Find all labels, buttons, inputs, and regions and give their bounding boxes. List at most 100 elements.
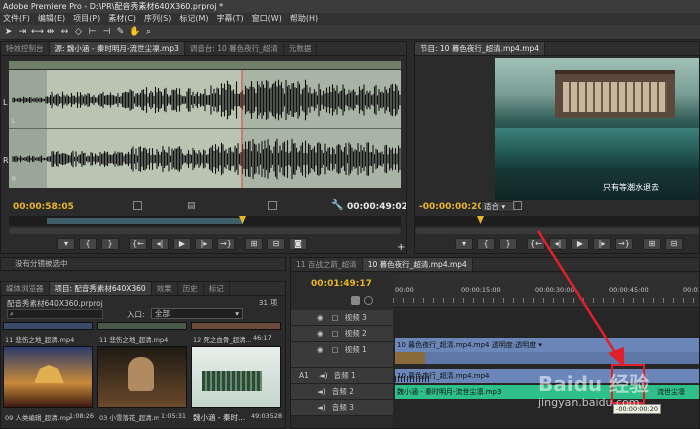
tab-sequence-11[interactable]: 11 百战之箭_超清: [291, 258, 363, 271]
mark-in-icon[interactable]: {: [477, 238, 495, 250]
tab-effects[interactable]: 效果: [152, 282, 178, 295]
track-target-label[interactable]: A1: [299, 371, 309, 380]
item-name: 03 小雪落花_超清.mp4: [99, 414, 159, 422]
program-tabbar: 节目: 10 暮色夜行_超清.mp4.mp4: [415, 42, 699, 56]
search-input[interactable]: ⌕: [7, 309, 103, 319]
speaker-icon[interactable]: ◄): [317, 403, 326, 412]
step-forward-icon[interactable]: |▸: [195, 238, 213, 250]
marker-icon[interactable]: ▤: [187, 201, 196, 211]
timeline-timecode[interactable]: 00:01:49:17: [311, 279, 372, 289]
eye-icon[interactable]: ◉: [317, 345, 324, 354]
ruler-label: 00:00:15:00: [461, 286, 501, 294]
menu-title[interactable]: 字幕(T): [214, 13, 249, 25]
selection-tool-icon[interactable]: ➤: [3, 27, 14, 38]
track-header-video1[interactable]: ◉ ▢ 视频 1: [291, 342, 393, 368]
program-timecode[interactable]: -00:00:00:20: [419, 202, 484, 212]
tab-source[interactable]: 源: 魏小涵 - 秦时明月-流世尘凛.mp3: [49, 42, 185, 55]
track-header-video3[interactable]: ◉ ▢ 视频 3: [291, 310, 393, 326]
source-timecode-current[interactable]: 00:00:58:05: [13, 202, 74, 212]
go-to-out-icon[interactable]: →}: [217, 238, 235, 250]
track-header-audio2[interactable]: ◄) 音频 2: [291, 384, 393, 400]
water-reflection: [495, 128, 699, 168]
rate-stretch-icon[interactable]: ↔: [59, 27, 70, 38]
camera-icon[interactable]: ◙: [289, 238, 307, 250]
source-scrubber[interactable]: [9, 216, 401, 226]
menu-edit[interactable]: 编辑(E): [35, 13, 70, 25]
tab-history[interactable]: 历史: [178, 282, 204, 295]
pen-tool-icon[interactable]: ✎: [115, 27, 126, 38]
rolling-edit-icon[interactable]: ⇹: [45, 27, 56, 38]
speaker-icon[interactable]: ◄): [319, 371, 328, 380]
marker-icon[interactable]: [364, 296, 373, 305]
item-duration: 1:05:31: [161, 412, 187, 420]
track-header-audio3[interactable]: ◄) 音频 3: [291, 400, 393, 416]
track-header-audio1[interactable]: A1 ◄) 音频 1: [291, 368, 393, 384]
audio-waveform[interactable]: L L R R: [3, 70, 401, 188]
zoom-tool-icon[interactable]: ⌕: [143, 27, 154, 38]
in-out-range: [47, 218, 243, 224]
mark-out-icon[interactable]: }: [101, 238, 119, 250]
info-bar: 没有分镜被选中: [0, 257, 286, 271]
add-button-icon[interactable]: +: [397, 242, 405, 253]
menu-sequence[interactable]: 序列(S): [141, 13, 176, 25]
razor-tool-icon[interactable]: ◇: [73, 27, 84, 38]
in-filter-select[interactable]: 全部 ▾: [151, 308, 243, 319]
marker-add-icon[interactable]: ▾: [57, 238, 75, 250]
zoom-scrollbar[interactable]: [9, 228, 401, 234]
fit-select[interactable]: 适合 ▾: [481, 201, 517, 212]
tab-markers[interactable]: 标记: [204, 282, 230, 295]
slip-tool-icon[interactable]: ⊢: [87, 27, 98, 38]
extract-icon[interactable]: ⊟: [665, 238, 683, 250]
thumbnail-item[interactable]: [191, 346, 281, 408]
thumbnail-item[interactable]: [97, 346, 187, 408]
eye-icon[interactable]: ◉: [317, 313, 324, 322]
track-header-video2[interactable]: ◉ ▢ 视频 2: [291, 326, 393, 342]
thumbnail-item[interactable]: [3, 322, 93, 330]
tab-program[interactable]: 节目: 10 暮色夜行_超清.mp4.mp4: [415, 42, 546, 55]
thumbnail-item[interactable]: [3, 346, 93, 408]
track-select-icon[interactable]: ⇥: [17, 27, 28, 38]
menu-project[interactable]: 项目(P): [70, 13, 105, 25]
export-frame-icon[interactable]: [268, 201, 277, 210]
fit-icon[interactable]: [133, 201, 142, 210]
menu-help[interactable]: 帮助(H): [287, 13, 323, 25]
insert-icon[interactable]: ⊞: [245, 238, 263, 250]
menu-marker[interactable]: 标记(M): [176, 13, 213, 25]
overwrite-icon[interactable]: ⊟: [267, 238, 285, 250]
speaker-icon[interactable]: ◄): [317, 387, 326, 396]
clip-thumbnail: [395, 352, 425, 364]
item-count: 31 项: [259, 299, 278, 307]
step-back-icon[interactable]: ◂|: [151, 238, 169, 250]
lock-icon[interactable]: ▢: [332, 329, 339, 338]
track-name: 视频 1: [344, 345, 367, 354]
snap-icon[interactable]: [351, 296, 360, 305]
marker-add-icon[interactable]: ▾: [455, 238, 473, 250]
source-tabbar: 特效控制台 源: 魏小涵 - 秦时明月-流世尘凛.mp3 调音台: 10 暮色夜…: [1, 42, 406, 56]
tab-metadata[interactable]: 元数据: [284, 42, 318, 55]
wrench-icon[interactable]: 🔧: [331, 200, 343, 211]
tab-project[interactable]: 项目: 配音秀素材640X360: [49, 282, 152, 295]
thumbnail-item[interactable]: [97, 322, 187, 330]
tab-effect-controls[interactable]: 特效控制台: [1, 42, 50, 55]
fit-icon[interactable]: [513, 201, 522, 210]
playhead-icon[interactable]: [477, 216, 484, 224]
tab-audio-mixer[interactable]: 调音台: 10 暮色夜行_超清: [185, 42, 284, 55]
lock-icon[interactable]: ▢: [332, 345, 339, 354]
hand-tool-icon[interactable]: ✋: [129, 27, 140, 38]
tab-sequence-10[interactable]: 10 暮色夜行_超清.mp4.mp4: [362, 258, 473, 271]
mark-out-icon[interactable]: }: [499, 238, 517, 250]
go-to-in-icon[interactable]: {←: [129, 238, 147, 250]
mark-in-icon[interactable]: {: [79, 238, 97, 250]
menu-window[interactable]: 窗口(W): [249, 13, 287, 25]
tab-media-browser[interactable]: 媒体浏览器: [1, 282, 50, 295]
play-icon[interactable]: ▶: [173, 238, 191, 250]
menu-file[interactable]: 文件(F): [0, 13, 35, 25]
menu-clip[interactable]: 素材(C): [105, 13, 141, 25]
slide-tool-icon[interactable]: ⊣: [101, 27, 112, 38]
tools-toolbar: ➤ ⇥ ⟷ ⇹ ↔ ◇ ⊢ ⊣ ✎ ✋ ⌕: [0, 25, 700, 40]
lift-icon[interactable]: ⊞: [643, 238, 661, 250]
thumbnail-item[interactable]: [191, 322, 281, 330]
ripple-edit-icon[interactable]: ⟷: [31, 27, 44, 38]
eye-icon[interactable]: ◉: [317, 329, 324, 338]
lock-icon[interactable]: ▢: [332, 313, 339, 322]
